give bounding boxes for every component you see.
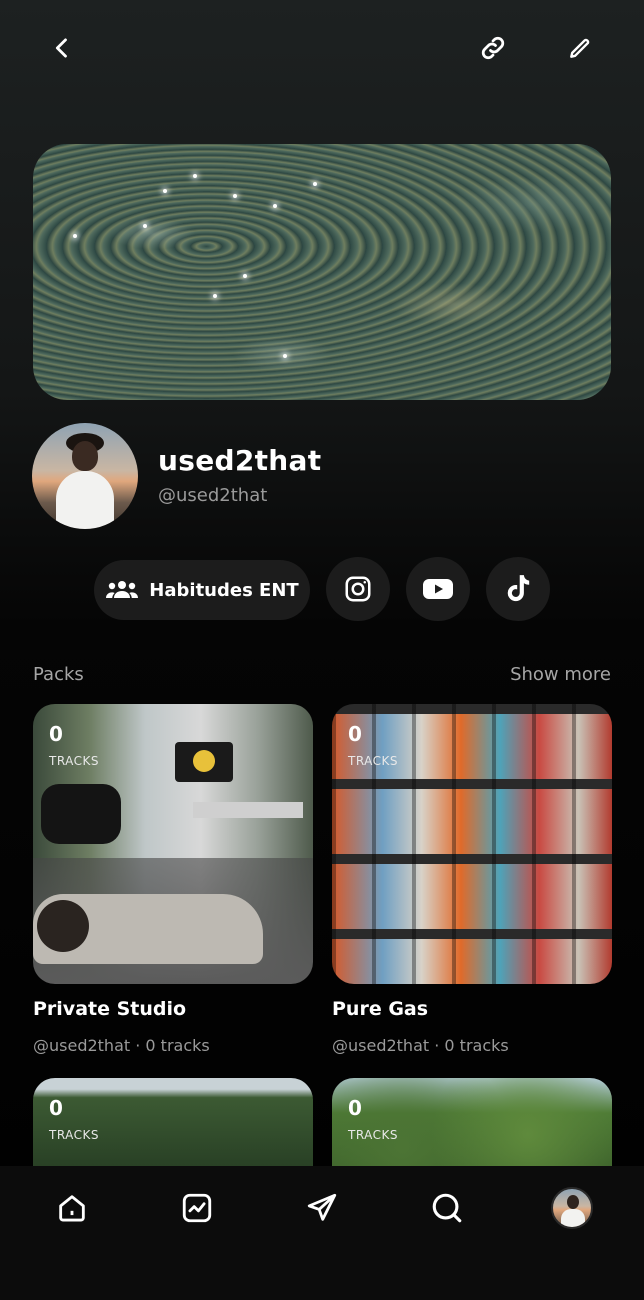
studio-speaker	[175, 742, 233, 782]
studio-desk	[193, 802, 303, 818]
avatar-body	[56, 471, 114, 529]
sparkle	[233, 194, 237, 198]
nav-send-button[interactable]	[296, 1182, 348, 1234]
pack-card-pure-gas[interactable]: 0 TRACKS	[332, 704, 612, 984]
sparkle	[193, 174, 197, 178]
home-icon	[59, 1195, 85, 1222]
nav-search-button[interactable]	[421, 1182, 473, 1234]
sparkle	[313, 182, 317, 186]
packs-section-title: Packs	[33, 664, 84, 685]
pack-card-private-studio[interactable]: 0 TRACKS	[33, 704, 313, 984]
display-name: used2that	[158, 444, 322, 477]
group-link-label: Habitudes ENT	[149, 579, 299, 601]
pack-track-count-label: TRACKS	[49, 1128, 100, 1142]
chevron-left-icon	[55, 38, 67, 58]
avatar-head	[72, 441, 98, 471]
tiktok-icon	[507, 575, 530, 602]
youtube-link-button[interactable]	[406, 557, 470, 621]
avatar-body	[561, 1209, 585, 1227]
studio-person	[37, 900, 89, 952]
user-handle: @used2that	[158, 485, 268, 506]
sparkle	[143, 224, 147, 228]
sparkle	[243, 274, 247, 278]
youtube-icon	[423, 579, 453, 599]
sparkle	[213, 294, 217, 298]
pack-title: Private Studio	[33, 998, 187, 1020]
profile-avatar-small	[551, 1187, 593, 1229]
group-icon	[106, 581, 139, 598]
activity-icon	[182, 1193, 212, 1223]
sparkle	[73, 234, 77, 238]
link-icon	[481, 36, 505, 60]
instagram-icon	[345, 576, 371, 602]
sparkle	[283, 354, 287, 358]
pack-title: Pure Gas	[332, 998, 429, 1020]
pack-track-count-label: TRACKS	[348, 1128, 399, 1142]
share-link-button[interactable]	[469, 24, 517, 72]
back-button[interactable]	[38, 24, 86, 72]
pack-track-count: 0	[49, 1096, 63, 1120]
pack-track-count-label: TRACKS	[348, 754, 399, 768]
sparkle	[163, 189, 167, 193]
studio-chair	[41, 784, 121, 844]
nav-activity-button[interactable]	[171, 1182, 223, 1234]
profile-banner	[33, 144, 611, 400]
tiktok-link-button[interactable]	[486, 557, 550, 621]
nav-profile-button[interactable]	[546, 1182, 598, 1234]
sparkle	[273, 204, 277, 208]
edit-profile-button[interactable]	[556, 24, 604, 72]
avatar-head	[567, 1195, 579, 1209]
send-icon	[307, 1193, 337, 1221]
pencil-icon	[570, 38, 590, 58]
show-more-link[interactable]: Show more	[510, 664, 611, 685]
pack-track-count-label: TRACKS	[49, 754, 100, 768]
top-bar	[0, 0, 644, 96]
search-icon	[432, 1193, 462, 1223]
instagram-link-button[interactable]	[326, 557, 390, 621]
pack-track-count: 0	[348, 1096, 362, 1120]
pack-track-count: 0	[49, 722, 63, 746]
pack-subtitle: @used2that · 0 tracks	[33, 1036, 210, 1055]
nav-home-button[interactable]	[46, 1182, 98, 1234]
pack-track-count: 0	[348, 722, 362, 746]
pack-subtitle: @used2that · 0 tracks	[332, 1036, 509, 1055]
group-link-button[interactable]: Habitudes ENT	[94, 560, 310, 620]
profile-avatar[interactable]	[32, 423, 138, 529]
